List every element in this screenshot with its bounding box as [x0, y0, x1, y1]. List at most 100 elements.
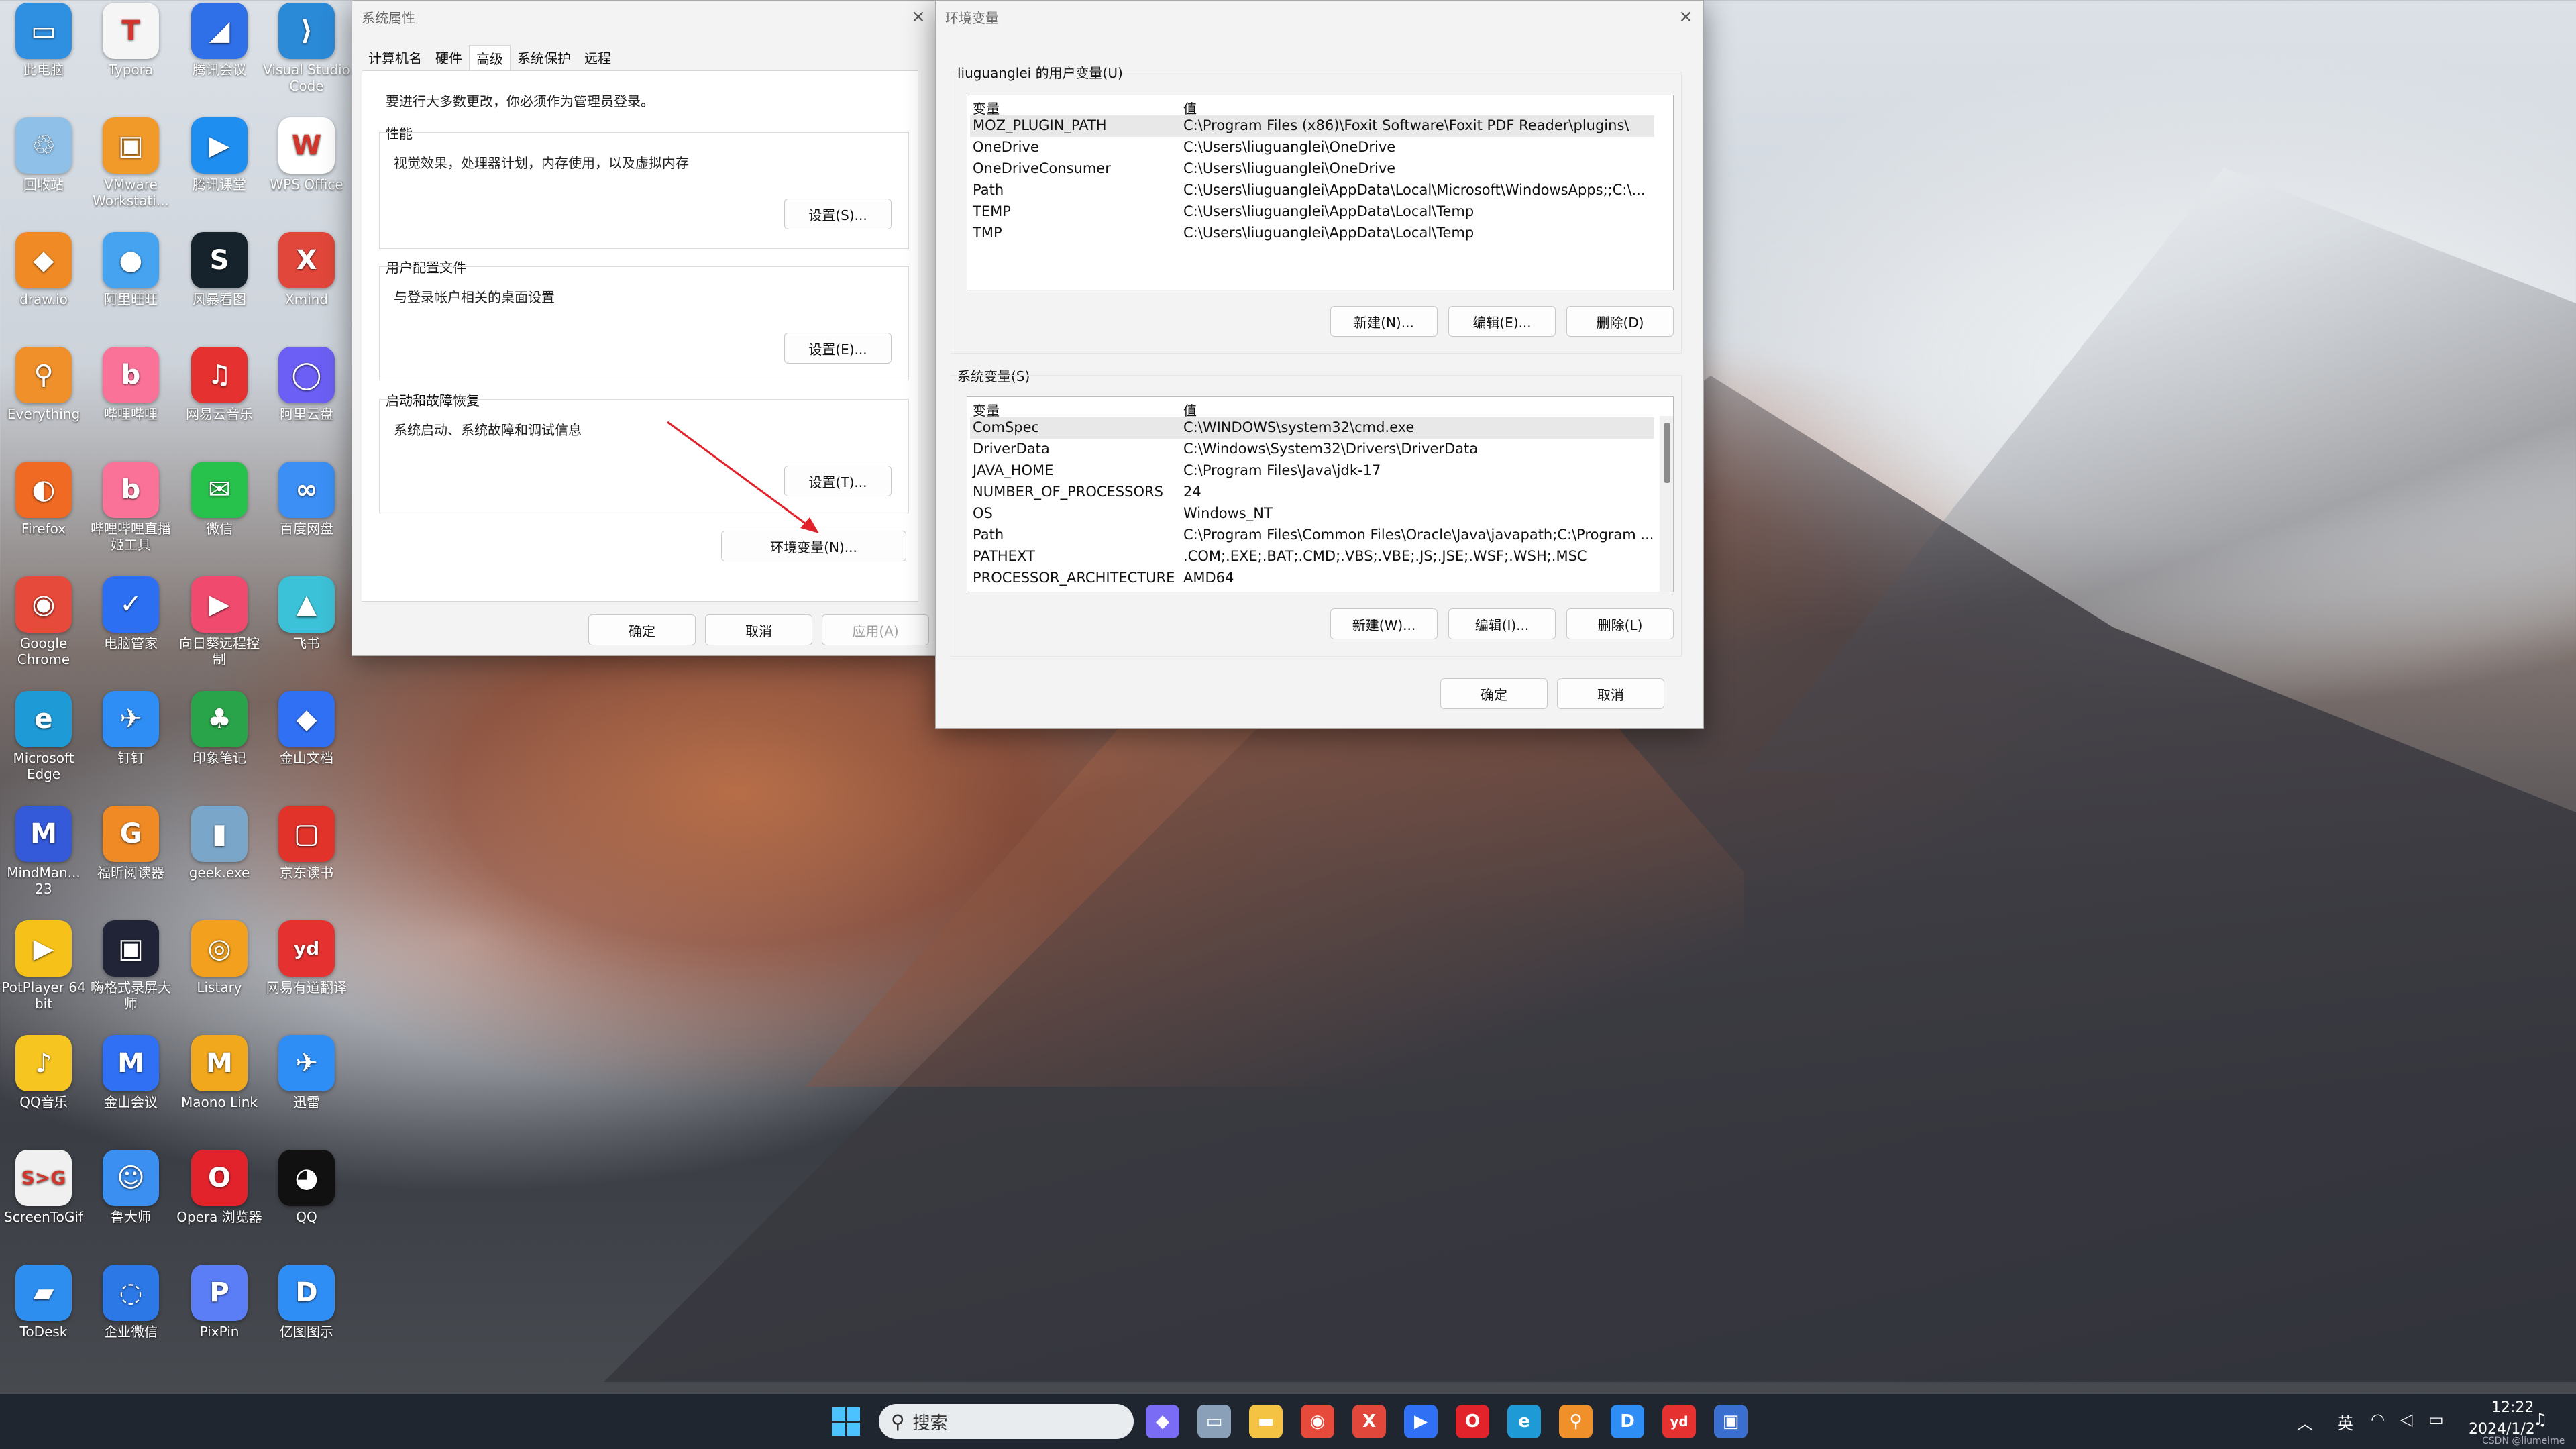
vertical-scrollbar[interactable]	[1660, 416, 1673, 592]
desktop-icon[interactable]: ◐ Firefox	[0, 462, 87, 537]
desktop-icon[interactable]: ♪ QQ音乐	[0, 1035, 87, 1110]
system-edit-button[interactable]: 编辑(I)...	[1448, 608, 1556, 639]
list-item[interactable]: JAVA_HOME C:\Program Files\Java\jdk-17	[970, 460, 1654, 482]
desktop-icon[interactable]: ● 阿里旺旺	[87, 232, 174, 307]
desktop-icon[interactable]: S 风暴看图	[176, 232, 263, 307]
desktop-icon[interactable]: ✓ 电脑管家	[87, 576, 174, 651]
desktop-icon[interactable]: ◌ 企业微信	[87, 1265, 174, 1340]
user-delete-button[interactable]: 删除(D)	[1566, 306, 1674, 337]
column-value[interactable]: 值	[1183, 400, 1197, 419]
edraw-icon[interactable]: D	[1611, 1405, 1644, 1438]
youdao-icon[interactable]: yd	[1662, 1405, 1696, 1438]
desktop-icon[interactable]: X Xmind	[263, 232, 350, 307]
chrome-icon[interactable]: ◉	[1301, 1405, 1334, 1438]
column-value[interactable]: 值	[1183, 98, 1197, 117]
desktop-icon[interactable]: M Maono Link	[176, 1035, 263, 1110]
desktop-icon[interactable]: ⟩ Visual Studio Code	[263, 3, 350, 94]
user-edit-button[interactable]: 编辑(E)...	[1448, 306, 1556, 337]
desktop-icon[interactable]: ⚲ Everything	[0, 347, 87, 422]
tab-system-protection[interactable]: 系统保护	[511, 45, 578, 70]
desktop-icon[interactable]: yd 网易有道翻译	[263, 920, 350, 996]
desktop-icon[interactable]: ✈ 钉钉	[87, 691, 174, 766]
close-icon[interactable]: ×	[1676, 7, 1695, 26]
system-properties-icon[interactable]: ▣	[1714, 1405, 1748, 1438]
tab-advanced[interactable]: 高级	[469, 45, 511, 70]
desktop-icon[interactable]: ◢ 腾讯会议	[176, 3, 263, 78]
desktop-icon[interactable]: ◆ 金山文档	[263, 691, 350, 766]
desktop-icon[interactable]: ◆ draw.io	[0, 232, 87, 307]
wifi-icon[interactable]: ◠	[2371, 1410, 2385, 1429]
desktop-icon[interactable]: T Typora	[87, 3, 174, 78]
start-button[interactable]	[832, 1407, 860, 1436]
apply-button[interactable]: 应用(A)	[822, 614, 929, 645]
desktop-icon[interactable]: ◕ QQ	[263, 1150, 350, 1225]
copilot-icon[interactable]: ◆	[1146, 1405, 1179, 1438]
desktop-icon[interactable]: ▭ 此电脑	[0, 3, 87, 78]
opera-icon[interactable]: O	[1456, 1405, 1489, 1438]
list-item[interactable]: OS Windows_NT	[970, 503, 1654, 525]
system-new-button[interactable]: 新建(W)...	[1330, 608, 1438, 639]
system-variables-list[interactable]: 变量 值 ComSpec C:\WINDOWS\system32\cmd.exe D…	[967, 396, 1674, 592]
desktop-icon[interactable]: b 哔哩哔哩	[87, 347, 174, 422]
desktop-icon[interactable]: ▮ geek.exe	[176, 806, 263, 881]
task-view-icon[interactable]: ▭	[1197, 1405, 1231, 1438]
desktop-icon[interactable]: ◯ 阿里云盘	[263, 347, 350, 422]
meeting-icon[interactable]: ▶	[1404, 1405, 1438, 1438]
desktop-icon[interactable]: M MindMan... 23	[0, 806, 87, 897]
volume-icon[interactable]: ◁	[2400, 1410, 2412, 1429]
desktop-icon[interactable]: ▲ 飞书	[263, 576, 350, 651]
list-item[interactable]: NUMBER_OF_PROCESSORS 24	[970, 482, 1654, 503]
clock-time[interactable]: 12:22	[2491, 1399, 2534, 1416]
desktop-icon[interactable]: W WPS Office	[263, 117, 350, 193]
desktop-icon[interactable]: ♫ 网易云音乐	[176, 347, 263, 422]
cancel-button[interactable]: 取消	[705, 614, 812, 645]
list-item[interactable]: Path C:\Program Files\Common Files\Oracle…	[970, 525, 1654, 546]
tab-computer-name[interactable]: 计算机名	[362, 45, 429, 70]
desktop-icon[interactable]: ▣ 嗨格式录屏大师	[87, 920, 174, 1012]
notification-bell-icon[interactable]: ♫	[2533, 1410, 2548, 1429]
desktop-icon[interactable]: P PixPin	[176, 1265, 263, 1340]
list-item[interactable]: DriverData C:\Windows\System32\Drivers\Dr…	[970, 439, 1654, 460]
user-profile-settings-button[interactable]: 设置(E)...	[784, 333, 892, 364]
system-delete-button[interactable]: 删除(L)	[1566, 608, 1674, 639]
desktop-icon[interactable]: ♲ 回收站	[0, 117, 87, 193]
list-item[interactable]: Path C:\Users\liuguanglei\AppData\Local\M…	[970, 180, 1654, 201]
ime-indicator[interactable]: 英	[2337, 1410, 2353, 1434]
ok-button[interactable]: 确定	[588, 614, 696, 645]
desktop-icon[interactable]: ☺ 鲁大师	[87, 1150, 174, 1225]
ok-button[interactable]: 确定	[1440, 678, 1548, 709]
desktop-icon[interactable]: M 金山会议	[87, 1035, 174, 1110]
close-icon[interactable]: ×	[909, 7, 928, 26]
column-variable[interactable]: 变量	[973, 98, 1000, 117]
everything-icon[interactable]: ⚲	[1559, 1405, 1593, 1438]
battery-icon[interactable]: ▭	[2428, 1410, 2444, 1429]
desktop-icon[interactable]: ▣ VMware Workstati...	[87, 117, 174, 209]
cancel-button[interactable]: 取消	[1557, 678, 1664, 709]
list-item[interactable]: TMP C:\Users\liuguanglei\AppData\Local\Te…	[970, 223, 1654, 244]
column-variable[interactable]: 变量	[973, 400, 1000, 419]
user-variables-list[interactable]: 变量 值 MOZ_PLUGIN_PATH C:\Program Files (x8…	[967, 95, 1674, 290]
list-item[interactable]: OneDriveConsumer C:\Users\liuguanglei\One…	[970, 158, 1654, 180]
desktop-icon[interactable]: ▢ 京东读书	[263, 806, 350, 881]
desktop-icon[interactable]: e Microsoft Edge	[0, 691, 87, 782]
desktop-icon[interactable]: S>G ScreenToGif	[0, 1150, 87, 1225]
file-explorer-icon[interactable]: ▬	[1249, 1405, 1283, 1438]
search-box[interactable]: ⚲ 搜索	[879, 1404, 1134, 1439]
user-new-button[interactable]: 新建(N)...	[1330, 306, 1438, 337]
desktop-icon[interactable]: ◎ Listary	[176, 920, 263, 996]
desktop-icon[interactable]: ◉ Google Chrome	[0, 576, 87, 667]
performance-settings-button[interactable]: 设置(S)...	[784, 199, 892, 229]
desktop-icon[interactable]: ▶ 向日葵远程控制	[176, 576, 263, 667]
desktop-icon[interactable]: G 福昕阅读器	[87, 806, 174, 881]
desktop-icon[interactable]: b 哔哩哔哩直播姬工具	[87, 462, 174, 553]
list-item[interactable]: MOZ_PLUGIN_PATH C:\Program Files (x86)\Fo…	[970, 115, 1654, 137]
desktop-icon[interactable]: O Opera 浏览器	[176, 1150, 263, 1225]
list-item[interactable]: PROCESSOR_ARCHITECTURE AMD64	[970, 568, 1654, 589]
list-item[interactable]: TEMP C:\Users\liuguanglei\AppData\Local\T…	[970, 201, 1654, 223]
xmind-icon[interactable]: X	[1352, 1405, 1386, 1438]
desktop-icon[interactable]: ▶ 腾讯课堂	[176, 117, 263, 193]
tab-hardware[interactable]: 硬件	[429, 45, 469, 70]
desktop-icon[interactable]: ▰ ToDesk	[0, 1265, 87, 1340]
list-item[interactable]: PATHEXT .COM;.EXE;.BAT;.CMD;.VBS;.VBE;.JS…	[970, 546, 1654, 568]
scrollbar-thumb[interactable]	[1664, 423, 1670, 483]
